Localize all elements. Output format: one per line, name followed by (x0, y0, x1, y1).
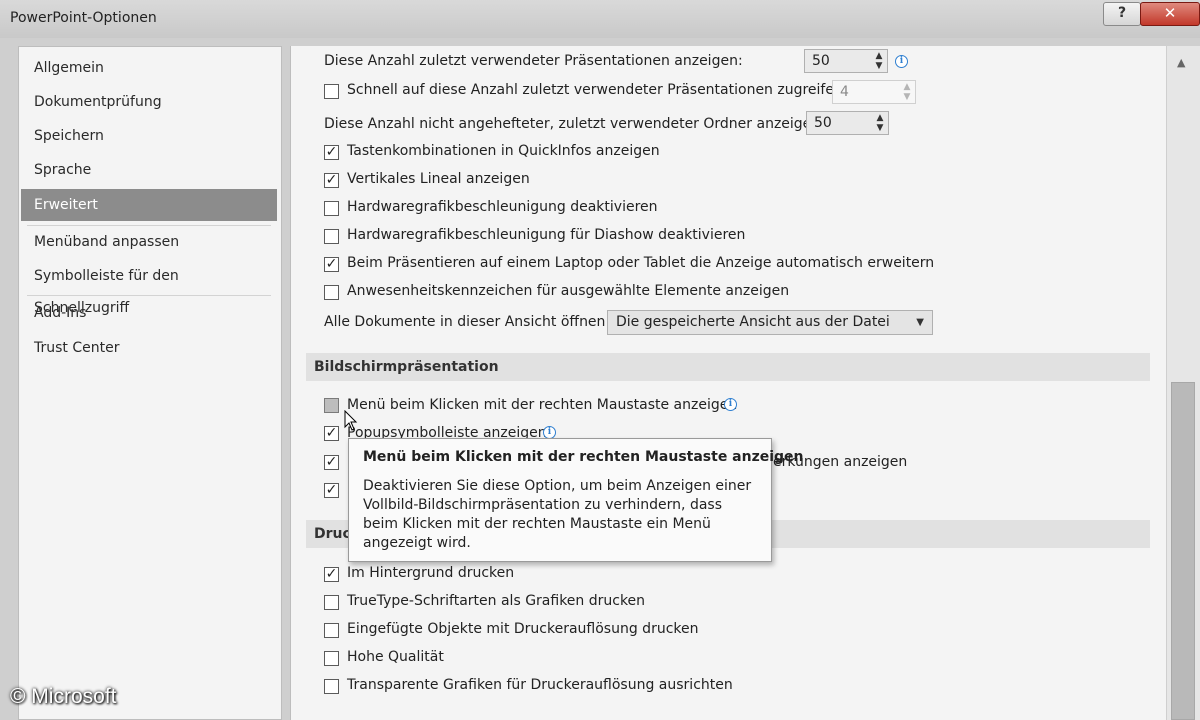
menu-right-click-label: Menü beim Klicken mit der rechten Mausta… (347, 397, 738, 413)
transparent-graphics-label: Transparente Grafiken für Druckerauflösu… (347, 677, 733, 693)
hw-accel-slideshow-checkbox[interactable] (324, 229, 339, 244)
shortcut-tips-label: Tastenkombinationen in QuickInfos anzeig… (347, 143, 660, 159)
recent-folders-value: 50 (814, 115, 832, 131)
info-icon: i (895, 55, 908, 68)
high-quality-checkbox[interactable] (324, 651, 339, 666)
sidebar-item-trust-center[interactable]: Trust Center (21, 332, 277, 364)
transparent-graphics-checkbox[interactable] (324, 679, 339, 694)
quick-access-value: 4 (840, 84, 849, 100)
section-header-slideshow: Bildschirmpräsentation (306, 353, 1150, 381)
copyright-watermark: © Microsoft (10, 685, 117, 708)
tooltip-title: Menü beim Klicken mit der rechten Mausta… (363, 449, 804, 465)
shortcut-tips-checkbox[interactable]: ✓ (324, 145, 339, 160)
chevron-down-icon[interactable]: ▼ (916, 311, 924, 334)
tooltip-body: Deaktivieren Sie diese Option, um beim A… (363, 478, 752, 551)
quick-access-checkbox[interactable] (324, 84, 339, 99)
open-all-dropdown[interactable]: Die gespeicherte Ansicht aus der Datei ▼ (607, 310, 933, 335)
open-all-value: Die gespeicherte Ansicht aus der Datei (616, 314, 890, 330)
sidebar-item-add-ins[interactable]: Add-Ins (21, 297, 277, 329)
vertical-ruler-checkbox[interactable]: ✓ (324, 173, 339, 188)
inserted-objects-label: Eingefügte Objekte mit Druckerauflösung … (347, 621, 699, 637)
scrollbar-thumb[interactable] (1171, 382, 1195, 720)
extend-display-label: Beim Präsentieren auf einem Laptop oder … (347, 255, 935, 271)
hw-accel-label: Hardwaregrafikbeschleunigung deaktiviere… (347, 199, 658, 215)
presence-label: Anwesenheitskennzeichen für ausgewählte … (347, 283, 790, 299)
hw-accel-checkbox[interactable] (324, 201, 339, 216)
extend-display-checkbox[interactable]: ✓ (324, 257, 339, 272)
spin-arrows-icon[interactable]: ▲ ▼ (874, 113, 886, 133)
sidebar-item-allgemein[interactable]: Allgemein (21, 52, 277, 84)
sidebar-item-schnellzugriff[interactable]: Symbolleiste für den Schnellzugriff (21, 260, 277, 316)
window-title: PowerPoint-Optionen (10, 10, 157, 26)
mouse-pointer-icon (344, 410, 358, 431)
tooltip-menu-right-click: Menü beim Klicken mit der rechten Mausta… (348, 438, 804, 562)
popup-toolbar-checkbox[interactable]: ✓ (324, 426, 339, 441)
sidebar-divider (27, 295, 271, 296)
sidebar-item-menueband-anpassen[interactable]: Menüband anpassen (21, 226, 277, 258)
scroll-up-icon[interactable]: ▲ (1177, 56, 1185, 69)
annotations-checkbox[interactable]: ✓ (324, 455, 339, 470)
options-sidebar: Allgemein Dokumentprüfung Speichern Spra… (18, 46, 282, 720)
spin-arrows-icon[interactable]: ▲ ▼ (873, 51, 885, 71)
truetype-label: TrueType-Schriftarten als Grafiken druck… (347, 593, 646, 609)
end-black-slide-checkbox[interactable]: ✓ (324, 483, 339, 498)
high-quality-label: Hohe Qualität (347, 649, 444, 665)
quick-access-label: Schnell auf diese Anzahl zuletzt verwend… (347, 82, 848, 98)
truetype-checkbox[interactable] (324, 595, 339, 610)
recent-folders-spinner[interactable]: 50 ▲ ▼ (806, 111, 889, 135)
open-all-label: Alle Dokumente in dieser Ansicht öffnen (324, 314, 606, 330)
recent-presentations-value: 50 (812, 53, 830, 69)
recent-presentations-spinner[interactable]: 50 ▲ ▼ (804, 49, 888, 73)
print-background-label: Im Hintergrund drucken (347, 565, 515, 581)
sidebar-item-speichern[interactable]: Speichern (21, 120, 277, 152)
recent-presentations-label: Diese Anzahl zuletzt verwendeter Präsent… (324, 53, 743, 69)
spin-arrows-icon[interactable]: ▲ ▼ (901, 82, 913, 102)
vertical-scrollbar[interactable]: ▲ (1166, 46, 1200, 720)
quick-access-spinner[interactable]: 4 ▲ ▼ (832, 80, 916, 104)
sidebar-item-erweitert[interactable]: Erweitert (21, 189, 277, 221)
sidebar-item-dokumentpruefung[interactable]: Dokumentprüfung (21, 86, 277, 118)
inserted-objects-checkbox[interactable] (324, 623, 339, 638)
vertical-ruler-label: Vertikales Lineal anzeigen (347, 171, 530, 187)
recent-folders-label: Diese Anzahl nicht angehefteter, zuletzt… (324, 116, 825, 132)
help-button[interactable]: ? (1103, 2, 1141, 26)
title-bar: PowerPoint-Optionen ? ✕ (0, 0, 1200, 38)
sidebar-item-sprache[interactable]: Sprache (21, 154, 277, 186)
print-background-checkbox[interactable]: ✓ (324, 567, 339, 582)
close-button[interactable]: ✕ (1140, 2, 1200, 26)
hw-accel-slideshow-label: Hardwaregrafikbeschleunigung für Diashow… (347, 227, 746, 243)
menu-right-click-checkbox[interactable] (324, 398, 339, 413)
info-icon: i (724, 398, 737, 411)
presence-checkbox[interactable] (324, 285, 339, 300)
